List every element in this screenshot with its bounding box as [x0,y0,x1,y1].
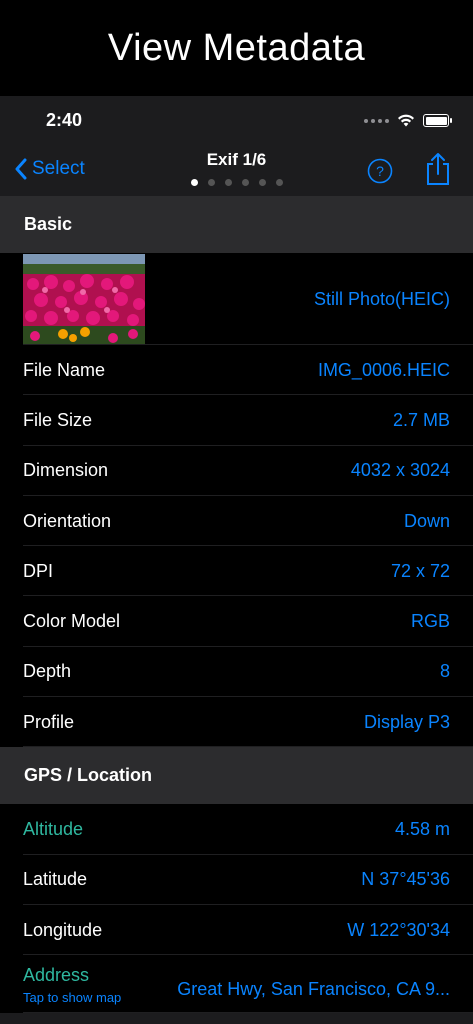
navigation-bar: Select Exif 1/6 ? [0,146,473,196]
thumbnail-row[interactable]: Still Photo(HEIC) [0,253,473,345]
row-value: W 122°30'34 [347,919,450,940]
row-value: 72 x 72 [390,560,450,581]
row-label: Latitude [23,869,88,890]
row-label: File Name [23,359,106,380]
show-map-link[interactable]: Tap to show map [23,990,121,1005]
metadata-row-altitude[interactable]: Altitude 4.58 m [0,804,473,855]
row-label: DPI [23,560,54,581]
page-dot[interactable] [224,179,232,186]
section-header-basic: Basic [0,196,473,253]
row-value: 4032 x 3024 [350,460,450,481]
flower-image [23,253,145,345]
app-screen: 2:40 Select Exif 1/6 ? Basic Still Photo… [0,96,473,1024]
row-value: 2.7 MB [392,409,450,430]
page-dot[interactable] [190,179,198,186]
gps-section: Altitude 4.58 m Latitude N 37°45'36 Long… [0,804,473,1014]
row-value: RGB [410,611,450,632]
basic-section: Still Photo(HEIC) File Name IMG_0006.HEI… [0,253,473,748]
metadata-row-dimension[interactable]: Dimension 4032 x 3024 [0,446,473,497]
row-label: Altitude [23,819,84,840]
page-dot[interactable] [241,179,249,186]
metadata-row-longitude[interactable]: Longitude W 122°30'34 [0,905,473,956]
row-label: Longitude [23,919,103,940]
metadata-row-file-size[interactable]: File Size 2.7 MB [0,395,473,446]
row-label: Color Model [23,611,121,632]
address-value: Great Hwy, San Francisco, CA 9... [177,979,450,1000]
address-label-group: Address Tap to show map [23,965,121,1005]
row-value: Down [403,510,450,531]
row-value: 4.58 m [394,819,450,840]
page-dot[interactable] [275,179,283,186]
metadata-row-orientation[interactable]: Orientation Down [0,496,473,547]
page-dot[interactable] [258,179,266,186]
metadata-row-dpi[interactable]: DPI 72 x 72 [0,546,473,597]
photo-type-value: Still Photo(HEIC) [313,288,450,309]
row-label: Dimension [23,460,109,481]
battery-icon [423,114,452,127]
banner-title: View Metadata [0,0,473,96]
metadata-row-latitude[interactable]: Latitude N 37°45'36 [0,855,473,906]
page-dot[interactable] [207,179,215,186]
share-icon[interactable] [425,152,451,186]
metadata-row-address[interactable]: Address Tap to show map Great Hwy, San F… [0,955,473,1014]
row-value: 8 [439,661,450,682]
row-label: Depth [23,661,72,682]
row-value: IMG_0006.HEIC [317,359,450,380]
row-label: File Size [23,409,93,430]
metadata-row-depth[interactable]: Depth 8 [0,647,473,698]
status-time: 2:40 [46,110,83,130]
svg-text:?: ? [376,163,384,179]
metadata-row-color-model[interactable]: Color Model RGB [0,596,473,648]
wifi-icon [398,114,414,127]
row-label: Profile [23,711,75,732]
signal-icon [364,118,389,123]
row-value: N 37°45'36 [361,869,450,890]
status-bar: 2:40 [0,96,473,146]
metadata-row-profile[interactable]: Profile Display P3 [0,697,473,748]
nav-title: Exif 1/6 [206,150,267,169]
status-icons [364,114,452,127]
page-indicator[interactable] [0,179,473,186]
metadata-row-file-name[interactable]: File Name IMG_0006.HEIC [0,345,473,396]
photo-thumbnail[interactable] [23,253,145,345]
question-circle-icon[interactable]: ? [367,158,393,184]
row-value: Display P3 [363,711,450,732]
row-label: Orientation [23,510,112,531]
section-header-gps: GPS / Location [0,747,473,805]
address-label: Address [23,965,90,986]
